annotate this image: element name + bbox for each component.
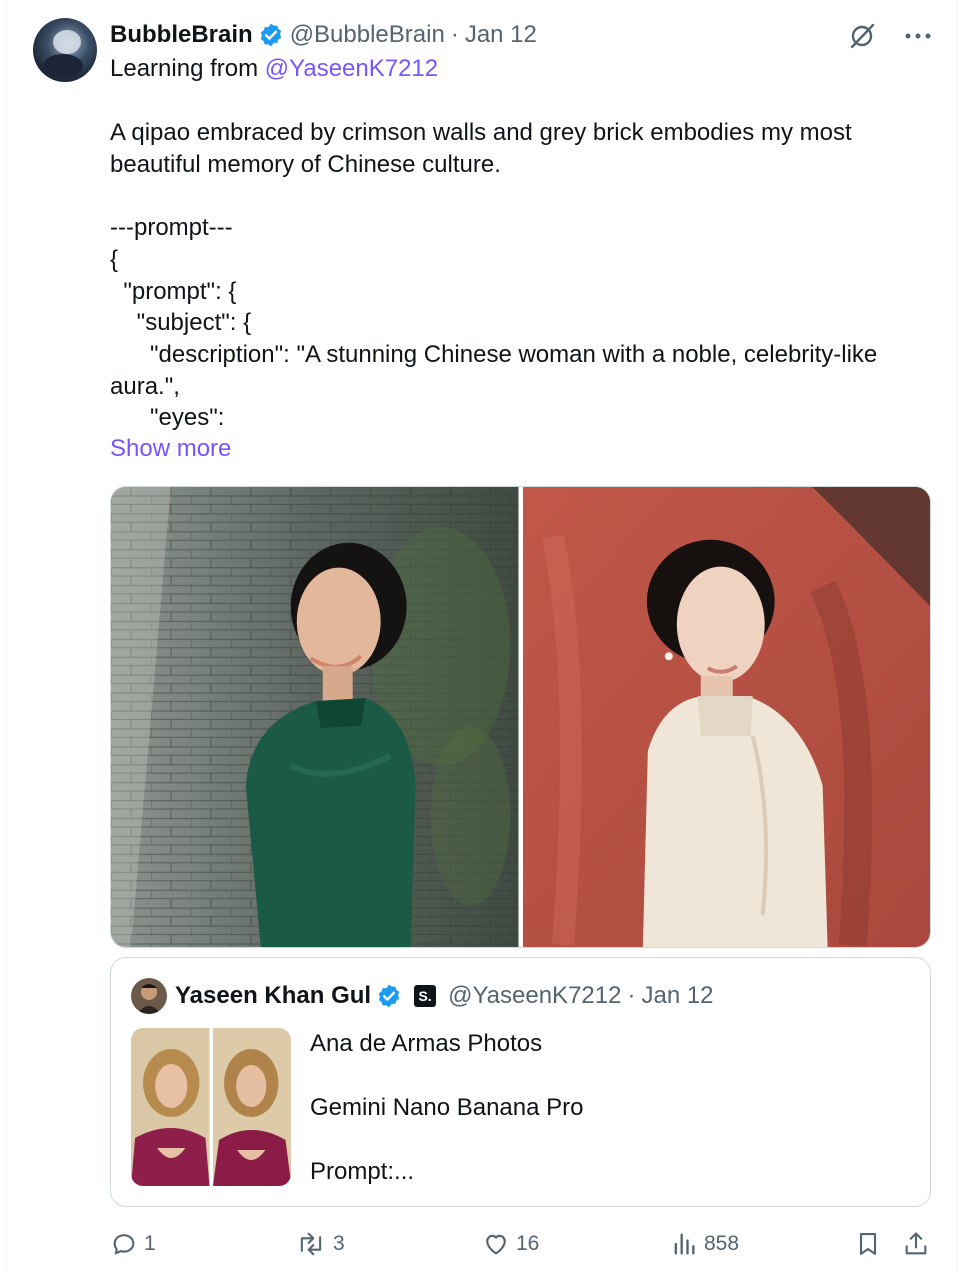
quoted-post-date[interactable]: Jan 12 xyxy=(641,982,713,1010)
share-button[interactable] xyxy=(902,1226,930,1262)
reply-button[interactable]: 1 xyxy=(110,1226,156,1262)
grok-icon[interactable] xyxy=(844,18,880,54)
post-media[interactable] xyxy=(110,486,931,948)
more-icon[interactable] xyxy=(900,18,936,54)
repost-icon xyxy=(295,1230,327,1258)
quoted-author-avatar[interactable] xyxy=(131,978,167,1014)
reply-count: 1 xyxy=(144,1232,156,1255)
quoted-photo-right xyxy=(212,1028,291,1186)
mention-link[interactable]: @YaseenK7212 xyxy=(265,55,438,82)
separator-dot: · xyxy=(627,982,636,1009)
heart-icon xyxy=(482,1230,510,1258)
post-top-actions xyxy=(844,18,936,54)
like-button[interactable]: 16 xyxy=(482,1226,539,1262)
reply-icon xyxy=(110,1230,138,1258)
quoted-post-header: Yaseen Khan Gul S. @YaseenK7212 · Jan 12 xyxy=(131,978,714,1014)
separator-dot: · xyxy=(450,21,459,48)
views-button[interactable]: 858 xyxy=(670,1226,739,1262)
affiliate-badge: S. xyxy=(414,985,437,1007)
learning-from-line: Learning from @YaseenK7212 xyxy=(110,55,438,83)
views-icon xyxy=(670,1230,698,1258)
bookmark-button[interactable] xyxy=(854,1226,882,1262)
like-count: 16 xyxy=(516,1232,540,1255)
author-name[interactable]: BubbleBrain xyxy=(110,21,253,49)
quoted-author-handle[interactable]: @YaseenK7212 xyxy=(448,982,621,1010)
quoted-photo-left xyxy=(131,1028,210,1186)
learning-prefix: Learning from xyxy=(110,55,265,82)
quoted-post[interactable]: Yaseen Khan Gul S. @YaseenK7212 · Jan 12 xyxy=(110,957,931,1207)
post-date[interactable]: Jan 12 xyxy=(465,21,537,49)
bookmark-icon xyxy=(854,1230,882,1258)
photo-green-qipao[interactable] xyxy=(111,487,519,947)
quoted-post-text: Ana de Armas Photos Gemini Nano Banana P… xyxy=(310,1030,584,1185)
post-actions-bar: 1 3 16 858 xyxy=(110,1226,932,1262)
verified-badge-icon xyxy=(376,983,402,1009)
post-text: A qipao embraced by crimson walls and gr… xyxy=(110,119,878,432)
photo-white-qipao[interactable] xyxy=(522,487,930,947)
author-avatar[interactable] xyxy=(33,18,97,82)
share-icon xyxy=(902,1230,930,1258)
quoted-author-name[interactable]: Yaseen Khan Gul xyxy=(175,982,371,1010)
quoted-media-thumbnail[interactable] xyxy=(131,1028,291,1186)
repost-count: 3 xyxy=(333,1232,345,1255)
author-handle[interactable]: @BubbleBrain xyxy=(290,21,445,49)
show-more-link[interactable]: Show more xyxy=(110,435,231,463)
views-count: 858 xyxy=(704,1232,740,1255)
verified-badge-icon xyxy=(258,22,284,48)
repost-button[interactable]: 3 xyxy=(295,1226,345,1262)
post-header: BubbleBrain @BubbleBrain · Jan 12 xyxy=(110,20,537,50)
